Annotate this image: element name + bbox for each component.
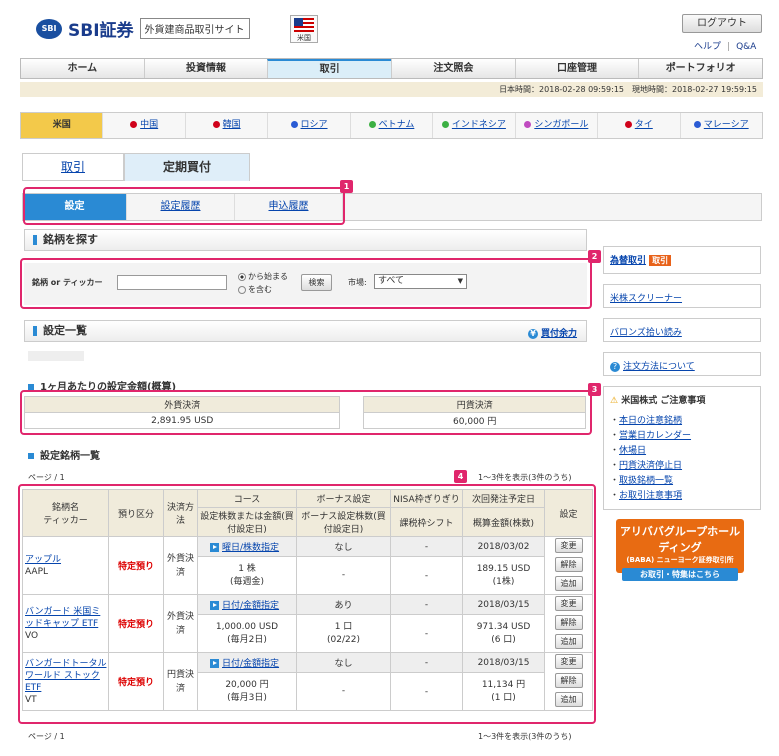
fx-trade-box: 為替取引 取引 [603, 246, 761, 274]
market-tab-label: シンガポール [534, 120, 589, 130]
badge-1: 1 [340, 180, 353, 193]
order-help-box: ? 注文方法について [603, 352, 761, 376]
notice-link[interactable]: 取扱銘柄一覧 [619, 476, 673, 486]
nav-home[interactable]: ホーム [21, 59, 144, 78]
market-dot-icon [693, 121, 701, 128]
brand-name: SBI証券 [68, 21, 134, 41]
notice-item: ・営業日カレンダー [610, 431, 692, 441]
market-tab-1[interactable]: 中国 [102, 113, 184, 138]
market-tab-0[interactable]: 米国 [21, 113, 103, 138]
market-dot-icon [624, 121, 632, 128]
calculator-icon: ¥ [528, 329, 538, 339]
notice-item: ・本日の注意銘柄 [610, 416, 683, 426]
screener-link[interactable]: 米株スクリーナー [610, 294, 682, 304]
notice-item: ・休場日 [610, 446, 647, 456]
warning-icon: ⚠ [610, 396, 619, 406]
us-flag-icon[interactable]: 米国 [290, 15, 318, 43]
page-indicator-top: ページ / 1 [28, 473, 65, 482]
highlight-box-4 [18, 484, 596, 724]
help-link[interactable]: ヘルプ [694, 42, 721, 52]
barrons-link[interactable]: バロンズ拾い読み [610, 328, 682, 338]
nav-info[interactable]: 投資情報 [143, 59, 268, 78]
alibaba-banner[interactable]: アリババグループホールディング (BABA) ニューヨーク証券取引所 お取引・特… [616, 519, 744, 581]
qa-link[interactable]: Q&A [736, 42, 756, 52]
tab-periodic-buy[interactable]: 定期買付 [124, 153, 250, 181]
market-nav: 米国 中国 韓国 ロシア ベトナム インドネシア シンガポール タイ マレーシア [20, 112, 763, 139]
masked-account-info [28, 351, 84, 361]
badge-4: 4 [454, 470, 467, 483]
nav-portfolio[interactable]: ポートフォリオ [638, 59, 762, 78]
screener-box: 米株スクリーナー [603, 284, 761, 308]
result-count-bottom: 1～3件を表示(3件のうち) [478, 732, 572, 741]
market-dot-icon [212, 121, 220, 128]
market-tab-3[interactable]: ロシア [267, 113, 349, 138]
barrons-box: バロンズ拾い読み [603, 318, 761, 342]
logo-mark: SBI [36, 18, 62, 39]
buying-power-link[interactable]: ¥ 買付余力 [528, 326, 577, 339]
banner-sub: (BABA) ニューヨーク証券取引所 [626, 556, 734, 564]
notice-box: ⚠ 米国株式 ご注意事項 ・本日の注意銘柄 ・営業日カレンダー ・休場日・円貨決済停… [603, 386, 761, 510]
settings-heading: 設定一覧 [24, 320, 587, 342]
notice-heading: 米国株式 ご注意事項 [621, 396, 706, 406]
main-nav: ホーム 投資情報 取引 注文照会 口座管理 ポートフォリオ [20, 58, 763, 79]
logout-button[interactable]: ログアウト [682, 14, 762, 33]
notice-link[interactable]: 円貨決済停止日 [619, 461, 682, 471]
notice-item: ・取扱銘柄一覧 [610, 476, 674, 486]
market-dot-icon [130, 121, 138, 128]
nav-trade[interactable]: 取引 [267, 59, 392, 78]
market-tab-label: ベトナム [378, 120, 415, 130]
market-tab-8[interactable]: マレーシア [679, 113, 762, 138]
nav-account[interactable]: 口座管理 [514, 59, 639, 78]
notice-link[interactable]: 営業日カレンダー [619, 431, 691, 441]
notice-link[interactable]: 本日の注意銘柄 [619, 416, 682, 426]
fx-trade-badge[interactable]: 取引 [649, 255, 672, 266]
order-help-link[interactable]: 注文方法について [623, 362, 695, 372]
question-icon: ? [610, 362, 620, 372]
market-tab-4[interactable]: ベトナム [349, 113, 432, 138]
market-dot-icon [368, 121, 376, 128]
time-bar: 日本時間：2018-02-28 09:59:15 現地時間：2018-02-27… [20, 82, 763, 97]
badge-3: 3 [588, 383, 601, 396]
settings-list-heading: 設定銘柄一覧 [28, 447, 100, 462]
highlight-box-2 [20, 258, 592, 309]
notice-link[interactable]: お取引注意事項 [619, 491, 682, 501]
highlight-box-3 [20, 390, 592, 435]
sbi-logo[interactable]: SBI SBI証券 外貨建商品取引サイト [36, 16, 250, 41]
market-tab-5[interactable]: インドネシア [432, 113, 514, 138]
highlight-box-1 [23, 187, 345, 225]
market-tab-label: ロシア [300, 120, 328, 130]
site-name: 外貨建商品取引サイト [139, 18, 250, 39]
market-tab-label: 中国 [140, 120, 159, 130]
notice-item: ・円貨決済停止日 [610, 461, 683, 471]
badge-2: 2 [588, 250, 601, 263]
market-tab-6[interactable]: シンガポール [514, 113, 597, 138]
tab-trade[interactable]: 取引 [22, 153, 124, 181]
banner-button[interactable]: お取引・特集はこちら [622, 568, 738, 581]
search-heading: 銘柄を探す [24, 229, 587, 251]
notice-item: ・お取引注意事項 [610, 491, 683, 501]
nav-orders[interactable]: 注文照会 [391, 59, 515, 78]
top-links: ヘルプ | Q&A [694, 42, 757, 52]
notice-link[interactable]: 休場日 [619, 446, 646, 456]
market-dot-icon [441, 121, 449, 128]
fx-trade-link[interactable]: 為替取引 [610, 256, 646, 266]
market-tab-label: インドネシア [451, 120, 506, 130]
market-dot-icon [290, 121, 298, 128]
market-dot-icon [524, 121, 532, 128]
market-tab-7[interactable]: タイ [597, 113, 679, 138]
flag-label: 米国 [297, 34, 311, 42]
market-tab-2[interactable]: 韓国 [184, 113, 267, 138]
market-tab-label: 韓国 [222, 120, 241, 130]
result-count-top: 1～3件を表示(3件のうち) [478, 473, 572, 482]
market-tab-label: タイ [634, 120, 653, 130]
trade-tabs: 取引 定期買付 [22, 153, 250, 181]
page-indicator-bottom: ページ / 1 [28, 732, 65, 741]
market-tab-label: マレーシア [703, 120, 749, 130]
market-tab-label: 米国 [52, 120, 71, 130]
buying-power-label: 買付余力 [541, 329, 578, 339]
banner-title: アリババグループホールディング [619, 525, 741, 554]
